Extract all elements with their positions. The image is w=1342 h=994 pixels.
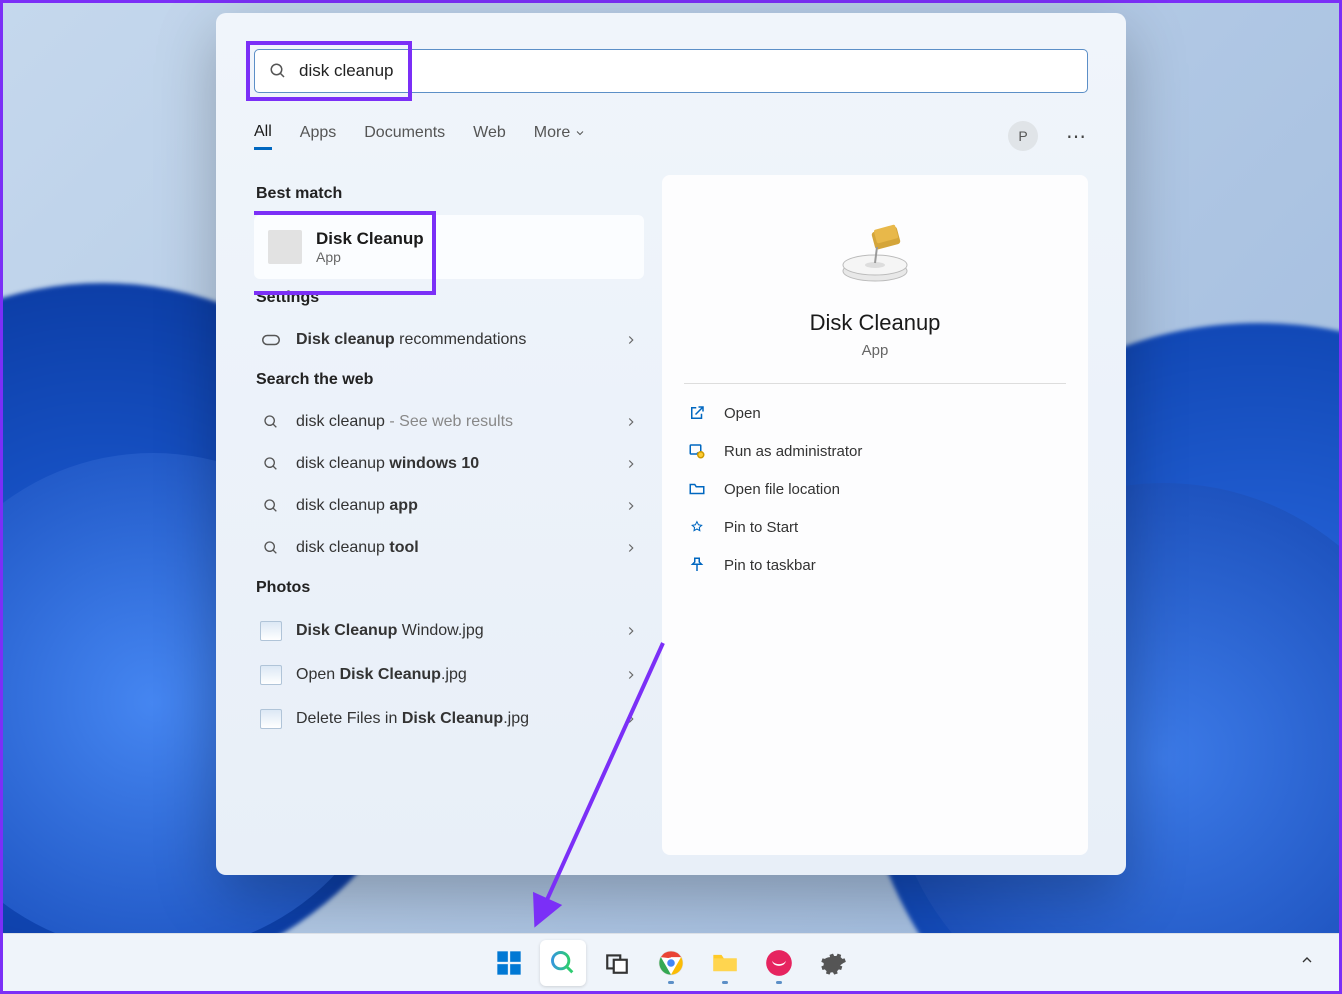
action-label: Pin to Start [724,519,798,536]
section-best-match: Best match [256,185,644,203]
more-options-button[interactable]: ⋯ [1066,124,1088,149]
web-result-1[interactable]: disk cleanup windows 10 [254,443,644,485]
photo-result-0[interactable]: Disk Cleanup Window.jpg [254,609,644,653]
taskbar-task-view[interactable] [594,940,640,986]
result-label: Delete Files in Disk Cleanup.jpg [296,710,610,728]
taskbar-start-button[interactable] [486,940,532,986]
detail-pane: Disk Cleanup App Open Run as administrat… [662,175,1088,855]
tab-more[interactable]: More [534,124,586,148]
web-result-2[interactable]: disk cleanup app [254,485,644,527]
result-label: Disk cleanup recommendations [296,331,610,349]
taskbar-search-button[interactable] [540,940,586,986]
best-match-subtitle: App [316,249,424,265]
action-pin-to-start[interactable]: Pin to Start [684,508,1066,546]
tab-documents[interactable]: Documents [364,124,445,148]
photo-result-1[interactable]: Open Disk Cleanup.jpg [254,653,644,697]
result-label: Open Disk Cleanup.jpg [296,666,610,684]
web-result-0[interactable]: disk cleanup - See web results [254,401,644,443]
settings-result-disk-cleanup-recommendations[interactable]: Disk cleanup recommendations [254,319,644,361]
search-icon [260,456,282,472]
tab-apps[interactable]: Apps [300,124,336,148]
best-match-disk-cleanup[interactable]: Disk Cleanup App [254,215,644,279]
action-open-file-location[interactable]: Open file location [684,470,1066,508]
search-input[interactable] [299,61,1073,81]
photo-thumb-icon [260,665,282,685]
chevron-down-icon [574,127,586,139]
detail-app-icon [835,219,915,294]
action-label: Run as administrator [724,443,862,460]
photo-thumb-icon [260,709,282,729]
taskbar-settings[interactable] [810,940,856,986]
section-settings: Settings [256,289,644,307]
chevron-right-icon [624,333,638,347]
start-search-panel: All Apps Documents Web More P ⋯ Best mat… [216,13,1126,875]
web-result-3[interactable]: disk cleanup tool [254,527,644,569]
photo-result-2[interactable]: Delete Files in Disk Cleanup.jpg [254,697,644,741]
open-icon [688,404,708,422]
taskbar [3,933,1339,991]
action-label: Open file location [724,481,840,498]
section-search-web: Search the web [256,371,644,389]
result-label: disk cleanup windows 10 [296,455,610,473]
search-icon [260,414,282,430]
tab-web[interactable]: Web [473,124,506,148]
folder-icon [688,480,708,498]
action-open[interactable]: Open [684,394,1066,432]
result-label: disk cleanup app [296,497,610,515]
divider [684,383,1066,384]
results-column: Best match Disk Cleanup App Settings Dis… [254,175,644,855]
search-icon [260,540,282,556]
action-label: Open [724,405,761,422]
filter-tabs: All Apps Documents Web More P ⋯ [254,121,1088,151]
detail-subtitle: App [684,342,1066,359]
result-label: disk cleanup - See web results [296,413,610,431]
action-pin-to-taskbar[interactable]: Pin to taskbar [684,546,1066,584]
taskbar-app-other[interactable] [756,940,802,986]
admin-icon [688,442,708,460]
disk-cleanup-icon [268,230,302,264]
pin-icon [688,556,708,574]
result-label: Disk Cleanup Window.jpg [296,622,610,640]
taskbar-chrome[interactable] [648,940,694,986]
detail-title: Disk Cleanup [684,310,1066,336]
action-run-as-admin[interactable]: Run as administrator [684,432,1066,470]
pin-icon [688,518,708,536]
chevron-right-icon [624,541,638,555]
user-avatar[interactable]: P [1008,121,1038,151]
result-label: disk cleanup tool [296,539,610,557]
chevron-right-icon [624,499,638,513]
search-icon [260,498,282,514]
chevron-right-icon [624,624,638,638]
taskbar-overflow-chevron[interactable] [1299,952,1315,973]
taskbar-file-explorer[interactable] [702,940,748,986]
section-photos: Photos [256,579,644,597]
tab-all[interactable]: All [254,123,272,150]
chevron-right-icon [624,668,638,682]
action-label: Pin to taskbar [724,557,816,574]
search-icon [269,62,287,80]
chevron-right-icon [624,415,638,429]
best-match-title: Disk Cleanup [316,229,424,249]
settings-link-icon [260,334,282,346]
photo-thumb-icon [260,621,282,641]
chevron-right-icon [624,457,638,471]
search-box[interactable] [254,49,1088,93]
chevron-right-icon [624,712,638,726]
